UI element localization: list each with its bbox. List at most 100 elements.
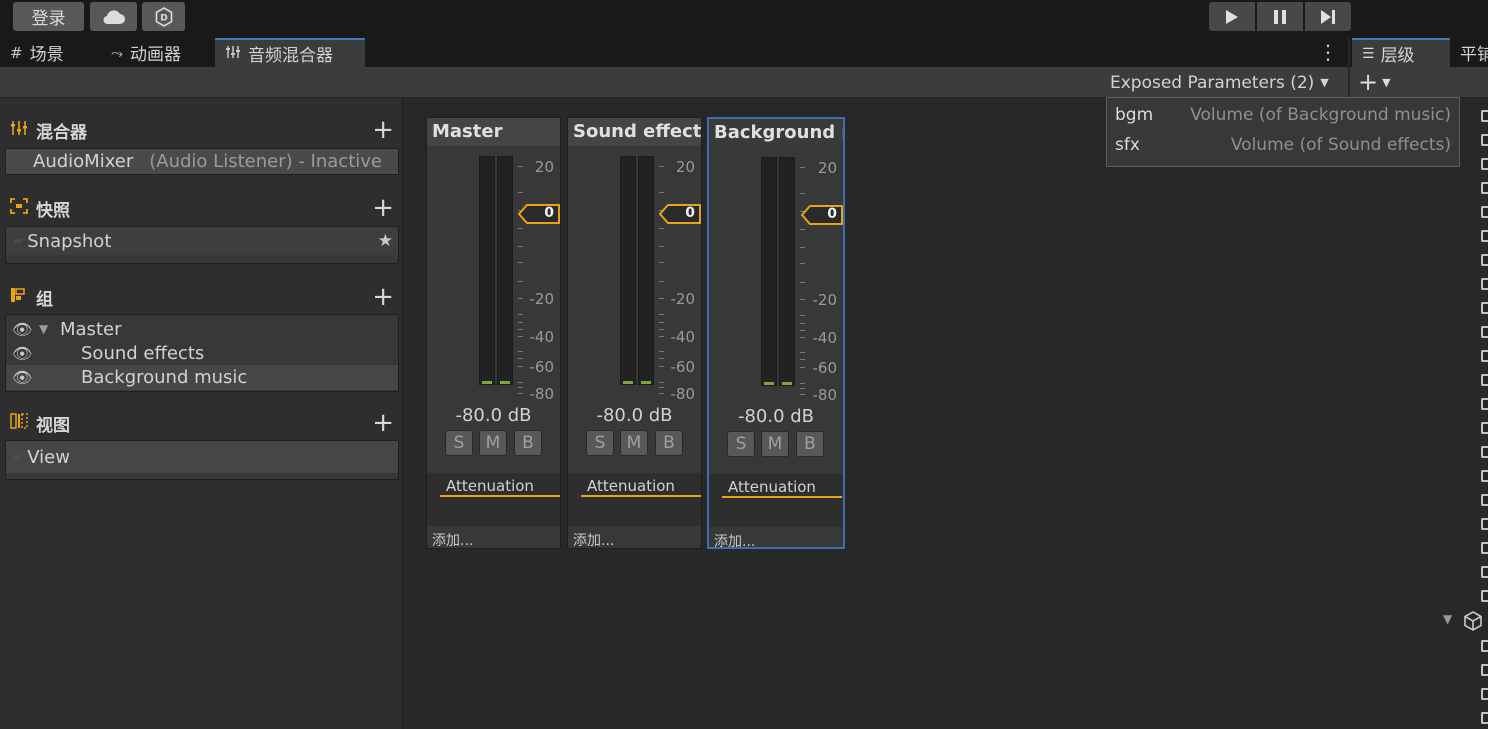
- scale-tick: [518, 314, 523, 315]
- hierarchy-item-icon[interactable]: [1481, 518, 1488, 530]
- add-mixer-plus-icon[interactable]: +: [372, 115, 394, 145]
- group-item-master[interactable]: 👁 ▼ Master: [6, 317, 398, 341]
- effect-attenuation[interactable]: Attenuation: [440, 475, 560, 497]
- add-effect-button[interactable]: 添加...: [432, 530, 473, 550]
- hierarchy-item-icon[interactable]: [1481, 182, 1488, 194]
- add-group-plus-icon[interactable]: +: [372, 282, 394, 312]
- drag-handle-icon[interactable]: ═: [14, 450, 21, 464]
- scale-tick: [800, 359, 805, 360]
- mute-button[interactable]: M: [620, 430, 648, 456]
- svg-text:D: D: [160, 13, 167, 23]
- solo-button[interactable]: S: [727, 431, 755, 457]
- scale-label: -20: [529, 290, 555, 308]
- add-snapshot-plus-icon[interactable]: +: [372, 193, 394, 223]
- bypass-button[interactable]: B: [655, 430, 683, 456]
- scale-tick: [800, 247, 805, 248]
- solo-button[interactable]: S: [586, 430, 614, 456]
- groups-section-title: 组: [36, 289, 53, 310]
- hierarchy-item-icon[interactable]: [1481, 566, 1488, 578]
- volume-fader-handle[interactable]: 0: [517, 203, 560, 225]
- level-meter-right: [779, 157, 795, 386]
- hierarchy-item-icon[interactable]: [1481, 470, 1488, 482]
- group-item-sound-effects[interactable]: 👁 Sound effects: [6, 341, 398, 365]
- hierarchy-item-icon[interactable]: [1481, 590, 1488, 602]
- mixer-strip[interactable]: Sound effects 20 -20 -40 -60 -80 0 -80.0 dB S M…: [567, 117, 702, 549]
- bypass-button[interactable]: B: [514, 430, 542, 456]
- play-button[interactable]: [1209, 2, 1255, 31]
- tab-animator[interactable]: ⤳ 动画器: [101, 38, 214, 67]
- mixer-strip[interactable]: Background music 20 -20 -40 -60 -80 0 -80.0 d…: [707, 117, 845, 551]
- hierarchy-item-icon[interactable]: [1481, 230, 1488, 242]
- effect-attenuation[interactable]: Attenuation: [581, 475, 701, 497]
- hierarchy-item-icon[interactable]: [1481, 302, 1488, 314]
- animator-icon: ⤳: [111, 43, 124, 62]
- hierarchy-item-icon[interactable]: [1481, 326, 1488, 338]
- hierarchy-item-icon[interactable]: [1481, 640, 1488, 652]
- bypass-button[interactable]: B: [796, 431, 824, 457]
- hierarchy-add-button[interactable]: + ▼: [1358, 68, 1398, 96]
- step-button[interactable]: [1305, 2, 1351, 31]
- tab-scene[interactable]: # 场景: [0, 38, 100, 67]
- solo-button[interactable]: S: [445, 430, 473, 456]
- group-item-background-music[interactable]: 👁 Background music: [6, 365, 398, 390]
- hierarchy-item-icon[interactable]: [1481, 422, 1488, 434]
- login-button[interactable]: 登录: [13, 2, 84, 31]
- scale-tick: [518, 393, 523, 394]
- exposed-parameters-dropdown[interactable]: Exposed Parameters (2) ▼: [1106, 67, 1348, 98]
- hierarchy-item-icon[interactable]: [1481, 688, 1488, 700]
- hierarchy-item-icon[interactable]: [1481, 446, 1488, 458]
- hierarchy-item-icon[interactable]: [1481, 542, 1488, 554]
- hierarchy-item-icon[interactable]: [1481, 374, 1488, 386]
- play-icon: [1226, 9, 1238, 24]
- scale-tick: [659, 358, 664, 359]
- triangle-down-icon[interactable]: ▼: [1443, 612, 1452, 626]
- hierarchy-item-icon[interactable]: [1481, 206, 1488, 218]
- collab-button[interactable]: D: [142, 2, 185, 31]
- mixer-strip[interactable]: Master 20 -20 -40 -60 -80 0 -80.0 dB S M B Attenu…: [426, 117, 561, 549]
- pause-button[interactable]: [1257, 2, 1303, 31]
- add-effect-button[interactable]: 添加...: [573, 530, 614, 550]
- main-toolbar: 登录 D: [0, 0, 1488, 38]
- hierarchy-item-icon[interactable]: [1481, 278, 1488, 290]
- scale-tick: [659, 192, 664, 193]
- mixer-list-item[interactable]: AudioMixer (Audio Listener) - Inactive: [6, 149, 398, 174]
- tab-audio-mixer[interactable]: 音频混合器: [215, 38, 365, 67]
- mute-button[interactable]: M: [761, 431, 789, 457]
- hierarchy-item-icon[interactable]: [1481, 134, 1488, 146]
- tab-more-icon[interactable]: ⋮: [1318, 40, 1338, 64]
- hierarchy-item-icon[interactable]: [1481, 110, 1488, 122]
- hierarchy-item-icon[interactable]: [1481, 158, 1488, 170]
- hierarchy-item-icon[interactable]: [1481, 664, 1488, 676]
- scale-label: -40: [812, 329, 838, 347]
- tab-audio-mixer-label: 音频混合器: [248, 46, 333, 66]
- triangle-down-icon[interactable]: ▼: [39, 322, 48, 336]
- tab-flat[interactable]: 平铺: [1460, 38, 1488, 67]
- snapshot-list-item[interactable]: ═ Snapshot ★: [6, 227, 398, 255]
- hierarchy-item-icon[interactable]: [1481, 254, 1488, 266]
- add-view-plus-icon[interactable]: +: [372, 408, 394, 438]
- hierarchy-item-icon[interactable]: [1481, 398, 1488, 410]
- add-effect-button[interactable]: 添加...: [714, 531, 755, 551]
- exposed-param-row[interactable]: sfx Volume (of Sound effects): [1107, 131, 1459, 159]
- mute-button[interactable]: M: [479, 430, 507, 456]
- hierarchy-item-icon[interactable]: [1481, 350, 1488, 362]
- hierarchy-item-icon[interactable]: [1481, 494, 1488, 506]
- tab-hierarchy[interactable]: ☰ 层级: [1352, 38, 1450, 67]
- eye-icon[interactable]: 👁: [12, 320, 32, 339]
- snapshot-camera-icon: [10, 198, 36, 218]
- meter-level-fill: [500, 381, 510, 384]
- volume-fader-handle[interactable]: 0: [658, 203, 701, 225]
- scale-tick: [800, 323, 805, 324]
- star-icon[interactable]: ★: [378, 231, 393, 251]
- drag-handle-icon[interactable]: ═: [14, 234, 21, 248]
- eye-icon[interactable]: 👁: [12, 344, 32, 363]
- hierarchy-item-icon[interactable]: [1481, 712, 1488, 724]
- views-section-title: 视图: [36, 415, 70, 436]
- exposed-param-row[interactable]: bgm Volume (of Background music): [1107, 101, 1459, 129]
- volume-fader-handle[interactable]: 0: [800, 204, 843, 226]
- effect-attenuation[interactable]: Attenuation: [722, 476, 842, 498]
- cloud-button[interactable]: [90, 2, 137, 31]
- eye-icon[interactable]: 👁: [12, 368, 32, 387]
- groups-section-header: 组 +: [10, 282, 398, 312]
- view-list-item[interactable]: ═ View: [6, 441, 398, 473]
